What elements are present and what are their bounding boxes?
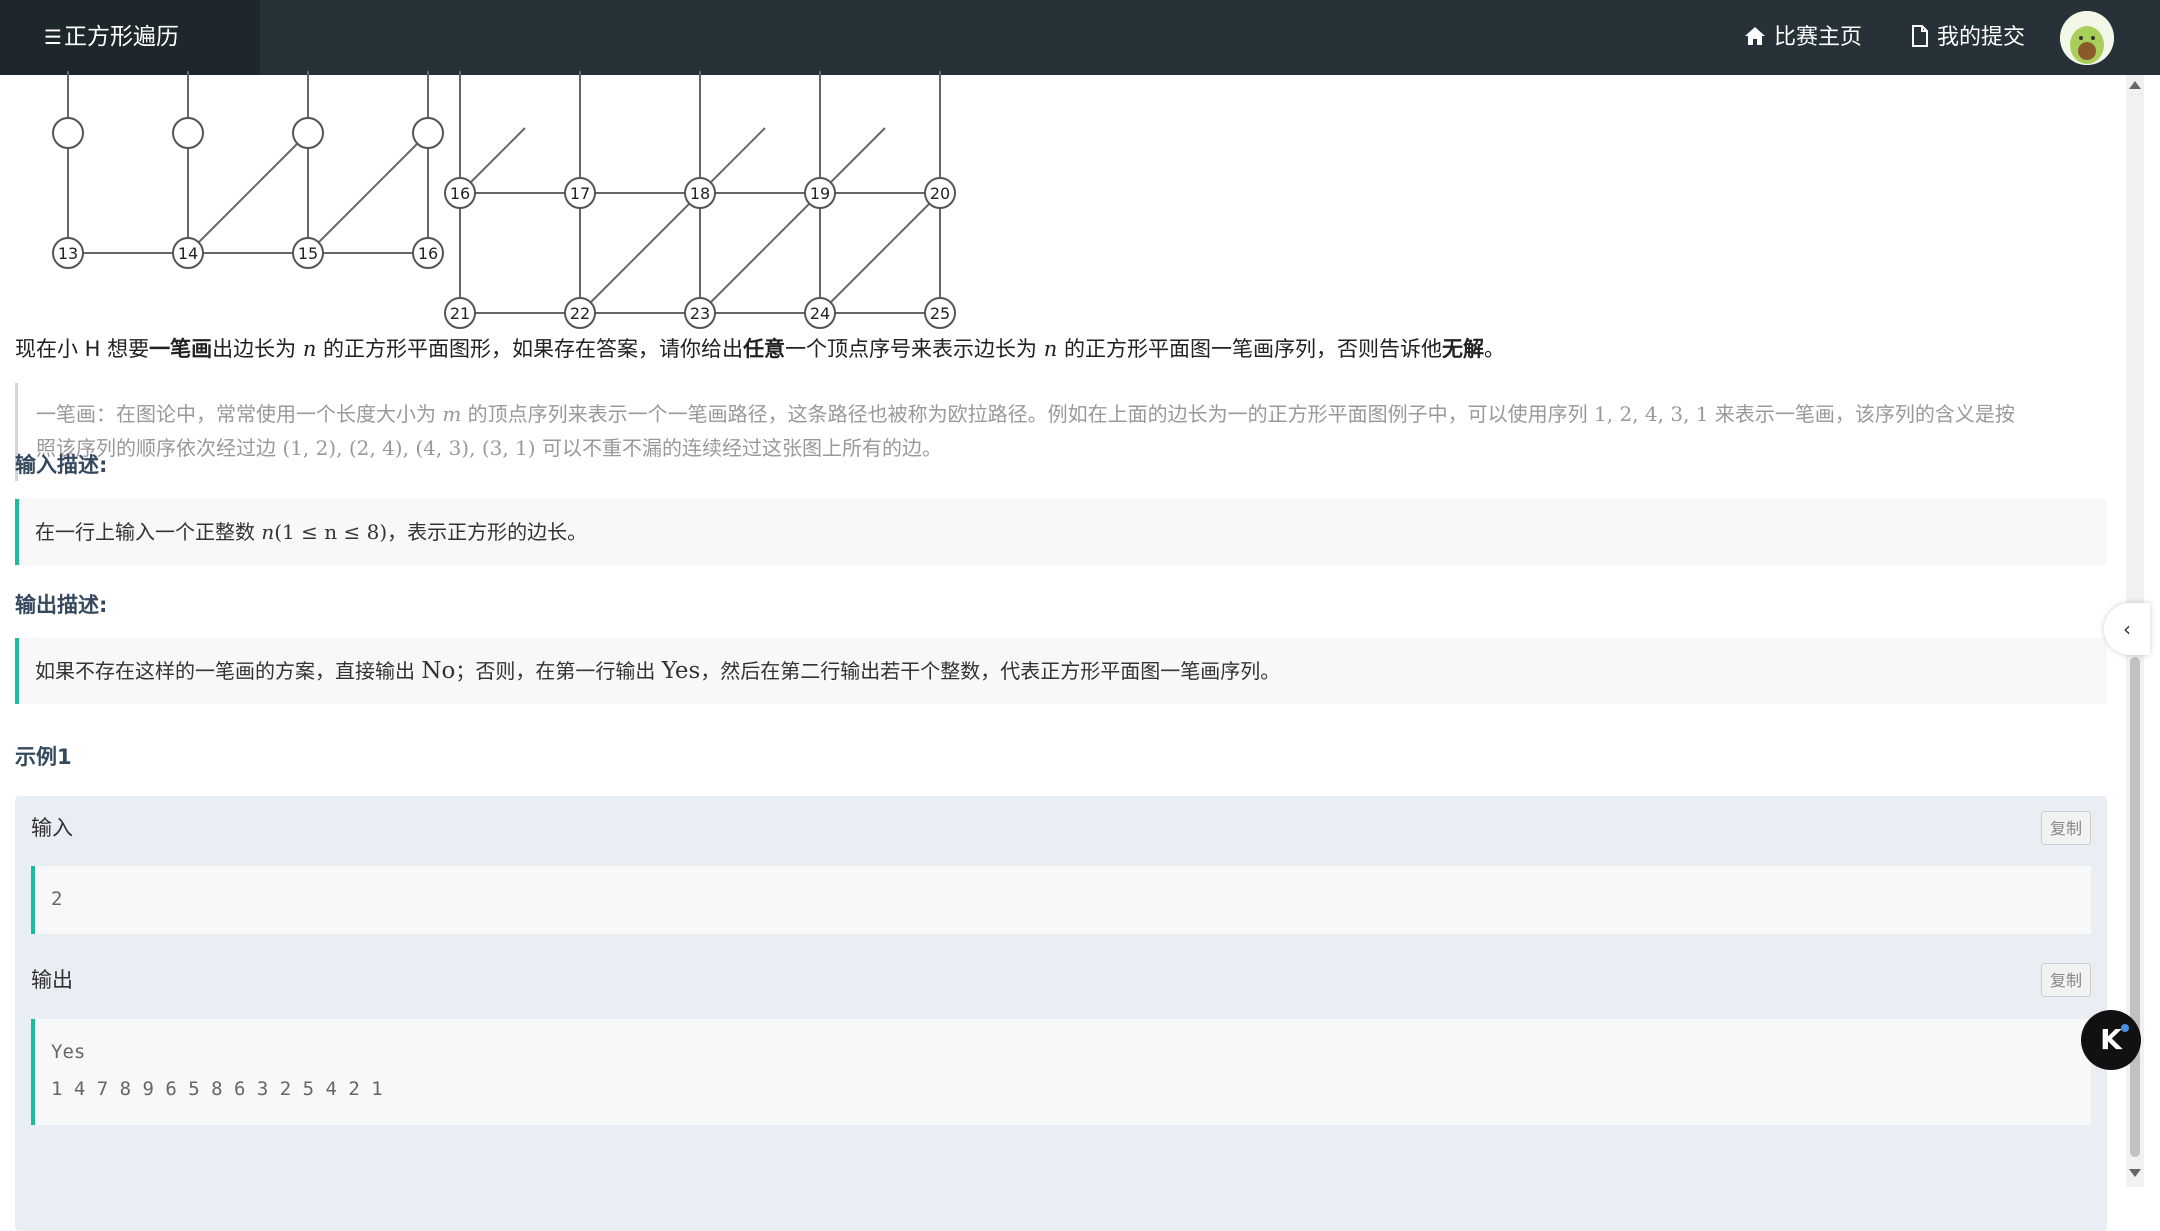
example-block: 输入 复制 2 输出 复制 Yes 1 4 7 8 9 6 5 8 6 3 2 … xyxy=(15,796,2107,1231)
note-line-1: 一笔画：在图论中，常常使用一个长度大小为 m 的顶点序列来表示一个一笔画路径，这… xyxy=(36,397,2107,431)
text-segment: 的正方形平面图形，如果存在答案，请你给出 xyxy=(316,337,744,361)
node-label: 16 xyxy=(450,184,470,203)
node-label: 19 xyxy=(810,184,830,203)
node-label: 23 xyxy=(690,304,710,323)
math-var: m xyxy=(442,402,462,426)
text-segment: ；否则，在第一行输出 xyxy=(455,659,662,683)
copy-input-button[interactable]: 复制 xyxy=(2041,811,2091,845)
avatar-image xyxy=(2060,11,2114,65)
node-label: 22 xyxy=(570,304,590,323)
my-submissions-link[interactable]: 我的提交 xyxy=(1911,0,2025,75)
code-line: Yes xyxy=(51,1041,86,1063)
bold-text: 任意 xyxy=(743,337,786,361)
text-segment: 出边长为 xyxy=(212,337,303,361)
text-segment: 如果不存在这样的一笔画的方案，直接输出 xyxy=(35,659,422,683)
copy-output-button[interactable]: 复制 xyxy=(2041,963,2091,997)
node-label: 18 xyxy=(690,184,710,203)
text-segment: 一个顶点序号来表示边长为 xyxy=(785,337,1044,361)
example-input-code: 2 xyxy=(31,866,2091,934)
scroll-thumb[interactable] xyxy=(2130,657,2140,1157)
bold-text: 一笔画 xyxy=(149,337,213,361)
math-edges: (1, 2), (2, 4), (4, 3), (3, 1) xyxy=(282,436,536,460)
node-label: 25 xyxy=(930,304,950,323)
math-constraint: (1 ≤ n ≤ 8) xyxy=(274,520,388,544)
math-var: n xyxy=(1043,337,1058,361)
input-section-title: 输入描述: xyxy=(15,453,108,477)
problem-title-menu[interactable]: ☰正方形遍历 xyxy=(0,0,260,75)
example-title: 示例1 xyxy=(15,745,72,769)
text-segment: 可以不重不漏的连续经过这张图上所有的边。 xyxy=(535,436,942,460)
output-section-title: 输出描述: xyxy=(15,593,108,617)
problem-statement: 现在小 H 想要一笔画出边长为 n 的正方形平面图形，如果存在答案，请你给出任意… xyxy=(15,333,1505,363)
text-segment: 来表示一笔画，该序列的含义是按 xyxy=(1708,402,2015,426)
math-var: n xyxy=(302,337,317,361)
bold-text: 无解 xyxy=(1441,337,1484,361)
assistant-button[interactable]: K xyxy=(2081,1010,2141,1070)
text-segment: 的正方形平面图一笔画序列，否则告诉他 xyxy=(1057,337,1442,361)
avatar[interactable] xyxy=(2060,11,2114,65)
contest-home-link[interactable]: 比赛主页 xyxy=(1744,0,1862,75)
text-segment: 的顶点序列来表示一个一笔画路径，这条路径也被称为欧拉路径。例如在上面的边长为一的… xyxy=(461,402,1595,426)
chevron-left-icon: ‹ xyxy=(2123,617,2131,641)
problem-title: 正方形遍历 xyxy=(63,24,179,50)
node-label: 13 xyxy=(58,244,78,263)
contest-home-label: 比赛主页 xyxy=(1774,25,1863,50)
example-output-label: 输出 xyxy=(31,968,73,992)
note-line-2: 照该序列的顺序依次经过边 (1, 2), (2, 4), (4, 3), (3,… xyxy=(36,431,2107,465)
math-text: No xyxy=(421,658,456,684)
math-text: Yes xyxy=(661,658,701,684)
node-label: 21 xyxy=(450,304,470,323)
problem-content: 13 14 15 16 16 17 18 19 20 21 22 23 24 2… xyxy=(15,71,2107,1231)
scroll-down-arrow[interactable] xyxy=(2129,1169,2141,1177)
list-icon: ☰ xyxy=(44,25,62,49)
code-line: 2 xyxy=(51,888,63,910)
text-segment: 在一行上输入一个正整数 xyxy=(35,520,262,544)
text-segment: 。 xyxy=(1483,337,1505,361)
node-label: 15 xyxy=(298,244,318,263)
code-line: 1 4 7 8 9 6 5 8 6 3 2 5 4 2 1 xyxy=(51,1078,383,1100)
math-sequence: 1, 2, 4, 3, 1 xyxy=(1594,402,1709,426)
top-navbar: ☰正方形遍历 比赛主页 我的提交 xyxy=(0,0,2160,75)
text-segment: ，表示正方形的边长。 xyxy=(387,520,588,544)
side-panel-toggle[interactable]: ‹ xyxy=(2104,603,2150,655)
grid-graph-figure: 13 14 15 16 16 17 18 19 20 21 22 23 24 2… xyxy=(52,71,956,329)
status-dot xyxy=(2121,1024,2129,1032)
my-submissions-label: 我的提交 xyxy=(1937,25,2026,50)
node-label: 14 xyxy=(178,244,198,263)
output-description: 如果不存在这样的一笔画的方案，直接输出 No；否则，在第一行输出 Yes，然后在… xyxy=(15,638,2107,704)
text-segment: 一笔画：在图论中，常常使用一个长度大小为 xyxy=(36,402,443,426)
node-label: 24 xyxy=(810,304,830,323)
example-output-code: Yes 1 4 7 8 9 6 5 8 6 3 2 5 4 2 1 xyxy=(31,1019,2091,1125)
assistant-logo-icon: K xyxy=(2100,1023,2122,1056)
node-label: 16 xyxy=(418,244,438,263)
node-label: 17 xyxy=(570,184,590,203)
node-label: 20 xyxy=(930,184,950,203)
input-description: 在一行上输入一个正整数 n(1 ≤ n ≤ 8)，表示正方形的边长。 xyxy=(15,499,2107,565)
euler-path-note: 一笔画：在图论中，常常使用一个长度大小为 m 的顶点序列来表示一个一笔画路径，这… xyxy=(15,383,2107,481)
text-segment: ，然后在第二行输出若干个整数，代表正方形平面图一笔画序列。 xyxy=(700,659,1281,683)
home-icon xyxy=(1745,27,1765,45)
file-icon xyxy=(1912,25,1928,47)
example-input-label: 输入 xyxy=(31,816,73,840)
math-var: n xyxy=(261,520,275,544)
text-segment: 现在小 H 想要 xyxy=(15,337,150,361)
scroll-up-arrow[interactable] xyxy=(2129,81,2141,89)
